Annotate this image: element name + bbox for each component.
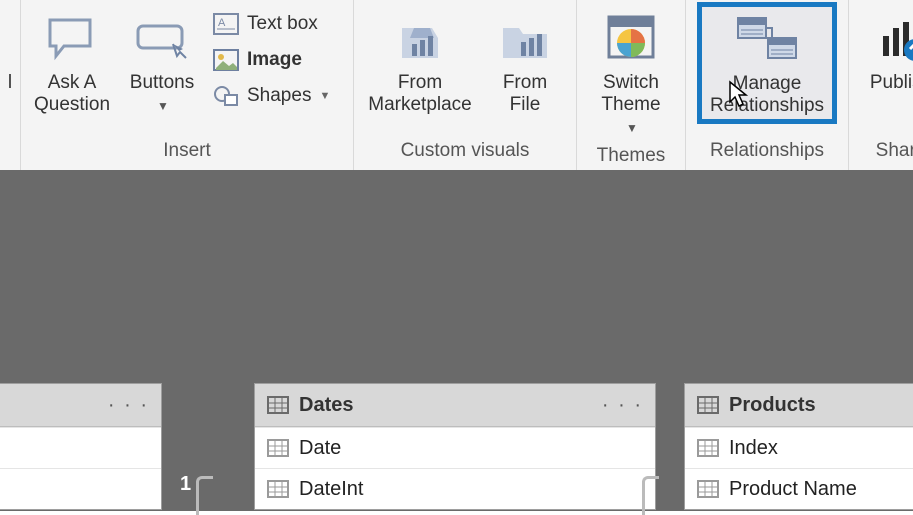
table-field[interactable]: Index bbox=[685, 427, 913, 468]
table-field[interactable]: Product Name bbox=[685, 468, 913, 509]
chevron-down-icon: ▼ bbox=[319, 90, 330, 102]
folder-chart-icon bbox=[497, 8, 553, 70]
table-header[interactable]: Dates · · · bbox=[255, 384, 655, 427]
publish-icon bbox=[873, 8, 913, 70]
shapes-button[interactable]: Shapes ▼ bbox=[207, 78, 347, 114]
column-icon bbox=[697, 439, 719, 457]
image-icon bbox=[213, 47, 239, 73]
speech-bubble-icon bbox=[46, 8, 98, 70]
model-canvas[interactable]: · · · dex ames 1 Dates · · · Date bbox=[0, 170, 913, 511]
table-title: Dates bbox=[299, 394, 353, 417]
group-label-insert: Insert bbox=[27, 134, 347, 170]
group-label-custom-visuals: Custom visuals bbox=[360, 134, 570, 170]
ask-a-question-button[interactable]: Ask A Question bbox=[27, 4, 117, 116]
shapes-icon bbox=[213, 83, 239, 109]
table-icon bbox=[267, 396, 289, 414]
publish-button[interactable]: Publish bbox=[856, 4, 913, 94]
column-icon bbox=[267, 439, 289, 457]
switch-theme-button[interactable]: Switch Theme ▼ bbox=[583, 4, 679, 139]
cardinality-one: 1 bbox=[180, 473, 191, 496]
button-icon bbox=[135, 8, 189, 70]
cardinality-one: 1 bbox=[626, 473, 637, 496]
table-card-dates[interactable]: Dates · · · Date DateInt bbox=[254, 383, 656, 510]
table-header[interactable]: · · · bbox=[0, 384, 161, 427]
connection-line bbox=[196, 476, 213, 515]
ribbon-group-custom-visuals: From Marketplace From File Custom visual… bbox=[354, 0, 577, 170]
chevron-down-icon: ▼ bbox=[626, 121, 638, 135]
from-file-button[interactable]: From File bbox=[480, 4, 570, 116]
theme-icon bbox=[603, 8, 659, 70]
ribbon-group-relationships: Manage Relationships Relationships bbox=[686, 0, 849, 170]
textbox-icon: A bbox=[213, 11, 239, 37]
ribbon-group-themes: Switch Theme ▼ Themes bbox=[577, 0, 686, 170]
more-icon[interactable]: · · · bbox=[602, 394, 643, 417]
ribbon-group-share: Publish Share bbox=[849, 0, 913, 170]
group-label-share: Share bbox=[855, 134, 913, 170]
table-field[interactable]: dex bbox=[0, 427, 161, 468]
ribbon-button-cut-off[interactable]: l bbox=[8, 4, 12, 94]
relationships-icon bbox=[734, 9, 800, 71]
table-title: Products bbox=[729, 394, 816, 417]
column-icon bbox=[697, 480, 719, 498]
ribbon-group-stub: l bbox=[0, 0, 21, 170]
column-icon bbox=[267, 480, 289, 498]
marketplace-icon bbox=[392, 8, 448, 70]
table-field[interactable]: Date bbox=[255, 427, 655, 468]
textbox-button[interactable]: A Text box bbox=[207, 6, 347, 42]
ribbon-toolbar: l Ask A Question Buttons▼ bbox=[0, 0, 913, 171]
svg-text:A: A bbox=[218, 17, 226, 29]
table-card-partial-left[interactable]: · · · dex ames bbox=[0, 383, 162, 510]
image-button[interactable]: Image bbox=[207, 42, 347, 78]
table-header[interactable]: Products bbox=[685, 384, 913, 427]
insert-mini-stack: A Text box Image Shapes ▼ bbox=[207, 4, 347, 114]
connection-line bbox=[642, 476, 659, 515]
table-field[interactable]: ames bbox=[0, 468, 161, 509]
chevron-down-icon: ▼ bbox=[157, 99, 169, 113]
table-icon bbox=[697, 396, 719, 414]
group-label-relationships: Relationships bbox=[692, 134, 842, 170]
table-field[interactable]: DateInt bbox=[255, 468, 655, 509]
manage-relationships-button[interactable]: Manage Relationships bbox=[697, 2, 837, 124]
more-icon[interactable]: · · · bbox=[108, 394, 149, 417]
ribbon-group-insert: Ask A Question Buttons▼ A Text box bbox=[21, 0, 354, 170]
from-marketplace-button[interactable]: From Marketplace bbox=[360, 4, 480, 116]
table-card-products[interactable]: Products Index Product Name bbox=[684, 383, 913, 510]
buttons-button[interactable]: Buttons▼ bbox=[117, 4, 207, 117]
